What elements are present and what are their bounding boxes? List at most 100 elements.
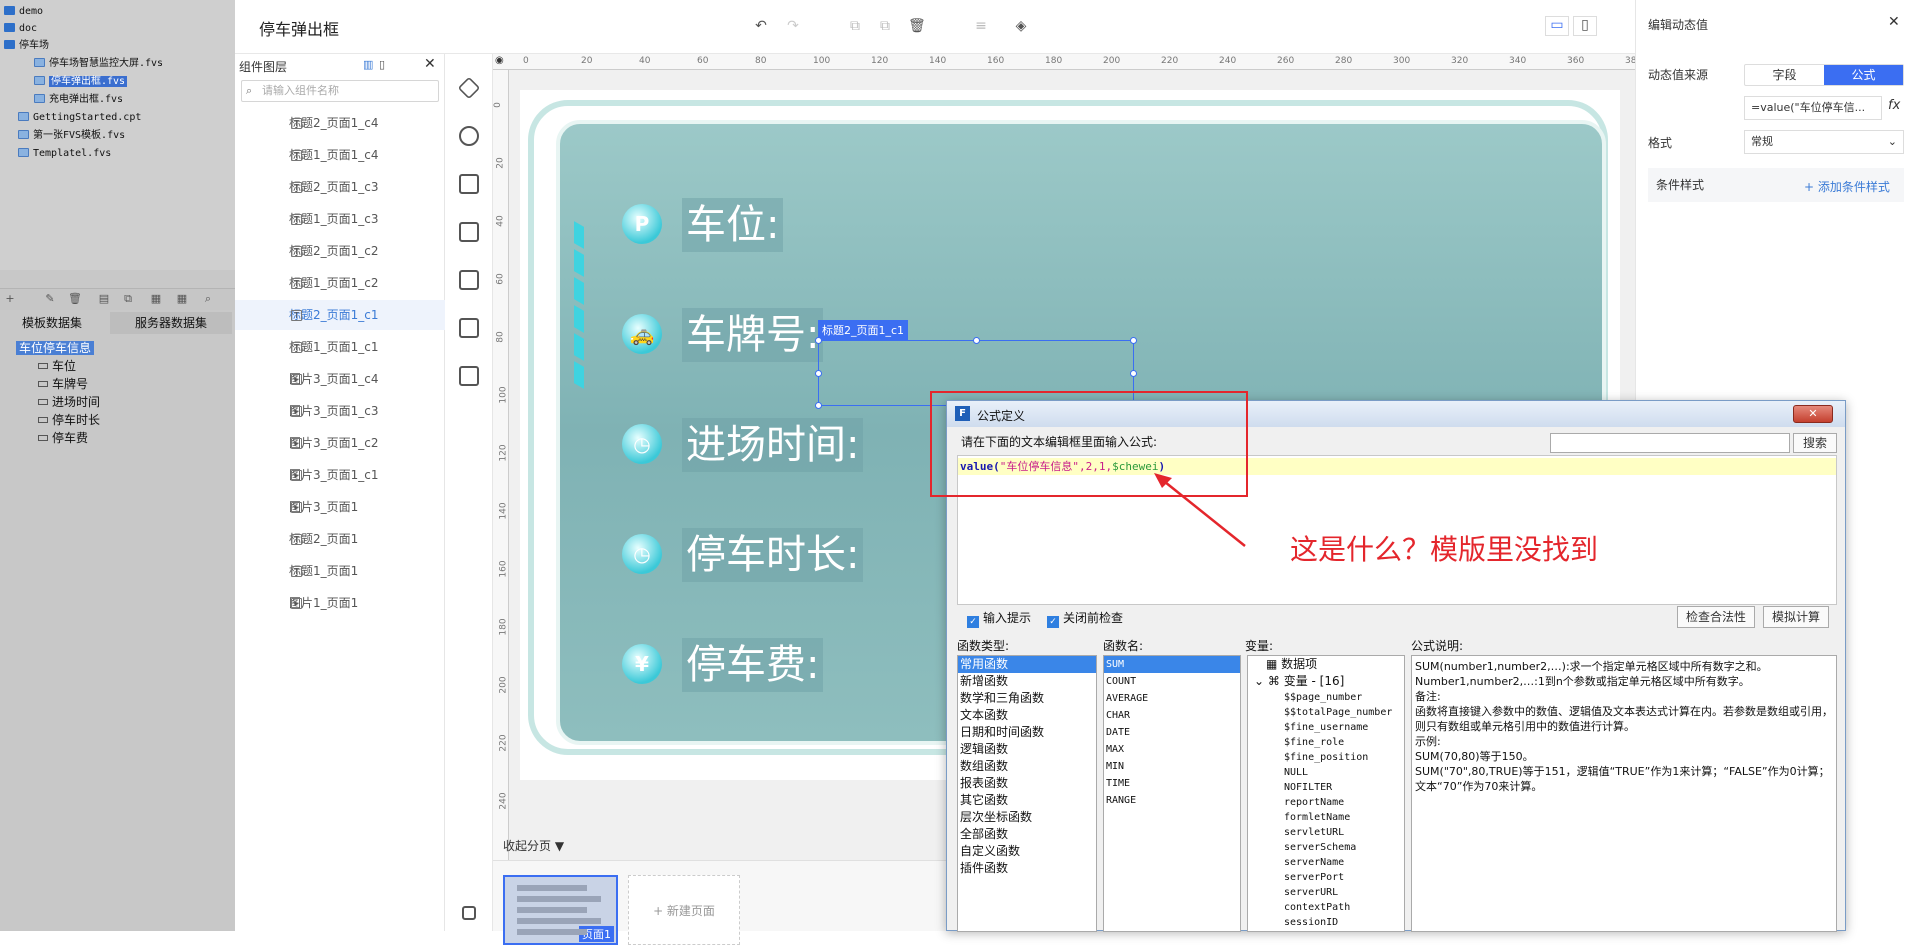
variable-item[interactable]: $$totalPage_number bbox=[1248, 705, 1404, 720]
layer-item[interactable]: T 标题1_页面1_c2 bbox=[235, 268, 445, 298]
media-icon[interactable] bbox=[459, 222, 479, 242]
dataset-field[interactable]: 进场时间 bbox=[38, 394, 100, 411]
search-icon[interactable]: ⌕ bbox=[202, 293, 214, 305]
dataset-field[interactable]: 停车费 bbox=[38, 430, 88, 447]
func-type-item[interactable]: 其它函数 bbox=[958, 792, 1096, 809]
variable-tree[interactable]: ▦ 数据项 ⌄ ⌘ 变量 - [16] $$page_number $$totalPa… bbox=[1247, 655, 1405, 932]
layer-item[interactable]: T 标题1_页面1 bbox=[235, 556, 445, 586]
variable-root[interactable]: ▦ 数据项 bbox=[1248, 656, 1404, 673]
func-type-item[interactable]: 数学和三角函数 bbox=[958, 690, 1096, 707]
func-name-item[interactable]: MIN bbox=[1104, 758, 1240, 775]
row-label[interactable]: 车牌号: bbox=[682, 308, 824, 362]
archive-icon[interactable] bbox=[459, 366, 479, 386]
segment-field[interactable]: 字段 bbox=[1745, 65, 1824, 85]
close-icon[interactable]: ✕ bbox=[424, 56, 436, 72]
file-tree-item[interactable]: demo bbox=[4, 4, 43, 20]
variable-item[interactable]: reportName bbox=[1248, 795, 1404, 810]
layer-item[interactable]: T 标题2_页面1_c2 bbox=[235, 236, 445, 266]
dataset-field[interactable]: 车位 bbox=[38, 358, 76, 375]
layers-icon[interactable] bbox=[462, 906, 476, 920]
input-hint-checkbox[interactable]: ✓ 输入提示 bbox=[967, 609, 1031, 628]
layer-item[interactable]: ▸ 图片3_页面1_c3 bbox=[235, 396, 445, 426]
validate-button[interactable]: 检查合法性 bbox=[1677, 606, 1756, 628]
func-name-list[interactable]: SUM COUNT AVERAGE CHAR DATE MAX MIN TIME RANGE bbox=[1103, 655, 1241, 932]
row-label[interactable]: 停车费: bbox=[682, 638, 824, 692]
3d-cube-icon[interactable] bbox=[457, 76, 481, 100]
search-button[interactable]: 搜索 bbox=[1793, 433, 1837, 453]
layer-item[interactable]: T 标题1_页面1_c1 bbox=[235, 332, 445, 362]
func-type-item[interactable]: 常用函数 bbox=[958, 656, 1096, 673]
file-tree-item[interactable]: 充电弹出框.fvs bbox=[34, 92, 123, 108]
func-type-item[interactable]: 报表函数 bbox=[958, 775, 1096, 792]
func-name-item[interactable]: COUNT bbox=[1104, 673, 1240, 690]
file-tree-item[interactable]: 第一张FVS模板.fvs bbox=[18, 128, 125, 144]
edit-icon[interactable]: ✎ bbox=[44, 293, 56, 305]
eye-icon[interactable]: ◉ bbox=[495, 55, 504, 66]
row-label[interactable]: 车位: bbox=[682, 198, 784, 252]
resize-handle[interactable] bbox=[1130, 337, 1137, 344]
file-tree-item[interactable]: Templatel.fvs bbox=[18, 146, 111, 162]
row-label[interactable]: 停车时长: bbox=[682, 528, 864, 582]
delete-icon[interactable]: 🗑 bbox=[68, 293, 82, 305]
tab-template-datasets[interactable]: 模板数据集 bbox=[0, 312, 104, 334]
align-icon[interactable]: ≡ bbox=[973, 18, 989, 34]
layer-view-split-icon[interactable]: ▯ bbox=[379, 58, 385, 71]
variable-item[interactable]: NULL bbox=[1248, 765, 1404, 780]
func-name-item[interactable]: RANGE bbox=[1104, 792, 1240, 809]
func-type-item[interactable]: 全部函数 bbox=[958, 826, 1096, 843]
layer-item[interactable]: T 标题2_页面1_c3 bbox=[235, 172, 445, 202]
desktop-view-icon[interactable]: ▭ bbox=[1545, 16, 1569, 36]
variable-item[interactable]: $fine_position bbox=[1248, 750, 1404, 765]
dataset-field[interactable]: 停车时长 bbox=[38, 412, 100, 429]
func-name-item[interactable]: TIME bbox=[1104, 775, 1240, 792]
variable-item[interactable]: serverName bbox=[1248, 855, 1404, 870]
layer-search-input[interactable]: 请输入组件名称 bbox=[241, 80, 439, 102]
layer-item[interactable]: T 标题2_页面1_c4 bbox=[235, 108, 445, 138]
func-type-item[interactable]: 自定义函数 bbox=[958, 843, 1096, 860]
func-type-list[interactable]: 常用函数 新增函数 数学和三角函数 文本函数 日期和时间函数 逻辑函数 数组函数 报表函数 其它… bbox=[957, 655, 1097, 932]
resize-handle[interactable] bbox=[973, 337, 980, 344]
variable-item[interactable]: sessionID bbox=[1248, 915, 1404, 930]
copy-icon[interactable]: ⧉ bbox=[847, 18, 863, 34]
variable-item[interactable]: contextPath bbox=[1248, 900, 1404, 915]
table-icon[interactable] bbox=[459, 318, 479, 338]
layer-item[interactable]: T 标题1_页面1_c3 bbox=[235, 204, 445, 234]
delete-icon[interactable]: 🗑 bbox=[908, 18, 926, 34]
tab-server-datasets[interactable]: 服务器数据集 bbox=[110, 312, 232, 334]
segment-formula[interactable]: 公式 bbox=[1824, 65, 1903, 85]
dataset-field[interactable]: 车牌号 bbox=[38, 376, 88, 393]
collapse-pages-button[interactable]: 收起分页 ▼ bbox=[503, 837, 564, 854]
paste-icon[interactable]: ⧉ bbox=[877, 18, 893, 34]
fx-icon[interactable]: fx bbox=[1888, 98, 1900, 113]
copy-icon[interactable]: ⧉ bbox=[122, 293, 134, 305]
layer-item[interactable]: T 标题2_页面1_c1 bbox=[235, 300, 445, 330]
variable-item[interactable]: NOFILTER bbox=[1248, 780, 1404, 795]
layer-item[interactable]: T 标题1_页面1_c4 bbox=[235, 140, 445, 170]
layer-order-icon[interactable]: ◈ bbox=[1013, 18, 1029, 34]
file-tree-item[interactable]: GettingStarted.cpt bbox=[18, 110, 141, 126]
layer-item[interactable]: ▸ 图片3_页面1_c1 bbox=[235, 460, 445, 490]
func-name-item[interactable]: MAX bbox=[1104, 741, 1240, 758]
dataset-root[interactable]: 车位停车信息 bbox=[16, 340, 95, 357]
refresh-icon[interactable]: ▦ bbox=[176, 293, 188, 305]
variable-item[interactable]: serverURL bbox=[1248, 885, 1404, 900]
pie-chart-icon[interactable] bbox=[459, 126, 479, 146]
layer-item[interactable]: ▸ 图片3_页面1 bbox=[235, 492, 445, 522]
formula-input[interactable]: =value("车位停车信... bbox=[1744, 96, 1882, 120]
file-tree-item[interactable]: 停车场智慧监控大屏.fvs bbox=[34, 56, 163, 72]
layer-item[interactable]: ▸ 图片3_页面1_c4 bbox=[235, 364, 445, 394]
page-thumbnail[interactable]: 页面1 bbox=[503, 875, 618, 945]
new-page-button[interactable]: + 新建页面 bbox=[628, 875, 740, 945]
layer-view-toggle-icon[interactable]: ▥ bbox=[363, 58, 373, 71]
resize-handle[interactable] bbox=[815, 337, 822, 344]
dialog-close-button[interactable]: ✕ bbox=[1793, 405, 1833, 423]
func-type-item[interactable]: 文本函数 bbox=[958, 707, 1096, 724]
layer-item[interactable]: T 标题2_页面1 bbox=[235, 524, 445, 554]
func-name-item[interactable]: AVERAGE bbox=[1104, 690, 1240, 707]
func-type-item[interactable]: 日期和时间函数 bbox=[958, 724, 1096, 741]
add-icon[interactable]: + bbox=[4, 293, 16, 305]
func-type-item[interactable]: 层次坐标函数 bbox=[958, 809, 1096, 826]
redo-icon[interactable]: ↷ bbox=[785, 18, 801, 34]
variable-item[interactable]: servletURL bbox=[1248, 825, 1404, 840]
variable-item[interactable]: serverSchema bbox=[1248, 840, 1404, 855]
